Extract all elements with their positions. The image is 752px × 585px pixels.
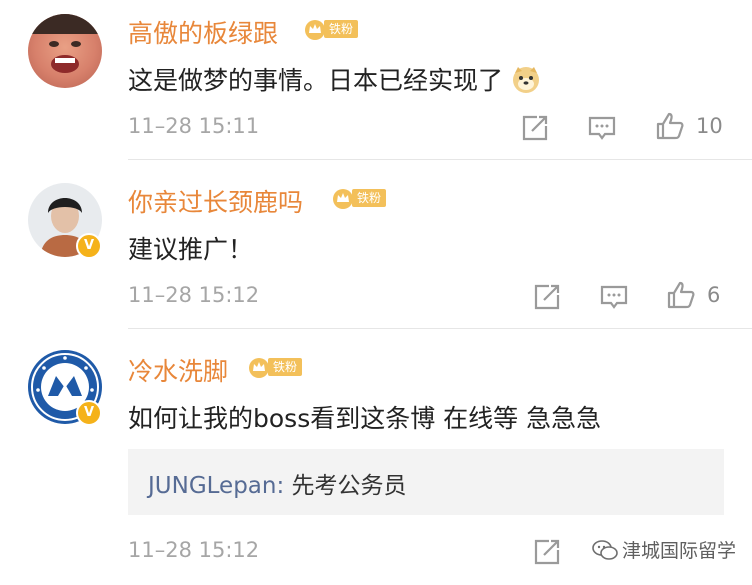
fan-badge-label: 铁粉	[324, 20, 359, 38]
doge-emoji-icon	[512, 67, 539, 93]
like-icon[interactable]	[666, 280, 696, 310]
timestamp: 11–28 15:11	[128, 114, 260, 138]
fan-badge[interactable]: 铁粉	[304, 18, 359, 40]
avatar[interactable]	[28, 14, 102, 88]
crown-icon	[333, 189, 353, 209]
divider	[128, 159, 752, 160]
fan-badge[interactable]: 铁粉	[248, 356, 303, 378]
username[interactable]: 你亲过长颈鹿吗	[128, 183, 303, 219]
reply-username[interactable]: JUNGLepan:	[148, 473, 284, 499]
share-icon[interactable]	[532, 282, 562, 312]
share-icon[interactable]	[520, 113, 550, 143]
comment-icon[interactable]	[599, 282, 629, 312]
divider	[128, 328, 752, 329]
reply-preview[interactable]: JUNGLepan: 先考公务员	[128, 449, 724, 515]
comment-text: 如何让我的boss看到这条博 在线等 急急急	[128, 404, 602, 433]
crown-icon	[305, 20, 325, 40]
like-count: 10	[696, 114, 723, 138]
fan-badge[interactable]: 铁粉	[332, 187, 387, 209]
watermark: 津城国际留学	[592, 536, 736, 563]
fan-badge-label: 铁粉	[268, 358, 303, 376]
fan-badge-label: 铁粉	[352, 189, 387, 207]
reply-text: 先考公务员	[284, 473, 407, 499]
like-icon[interactable]	[655, 111, 685, 141]
username[interactable]: 冷水洗脚	[128, 352, 228, 388]
comment-text: 建议推广！	[128, 235, 254, 264]
crown-icon	[249, 358, 269, 378]
like-count: 6	[707, 283, 721, 307]
verified-badge: V	[76, 233, 102, 259]
reply-content: JUNGLepan: 先考公务员	[148, 466, 407, 500]
wechat-icon	[592, 539, 618, 560]
share-icon[interactable]	[532, 537, 562, 567]
avatar-face-icon	[28, 14, 102, 73]
username[interactable]: 高傲的板绿跟	[128, 14, 278, 50]
comment-icon[interactable]	[587, 113, 617, 143]
timestamp: 11–28 15:12	[128, 283, 260, 307]
comment-text: 这是做梦的事情。日本已经实现了	[128, 61, 541, 97]
verified-badge: V	[76, 400, 102, 426]
timestamp: 11–28 15:12	[128, 538, 260, 562]
watermark-text: 津城国际留学	[622, 540, 737, 562]
